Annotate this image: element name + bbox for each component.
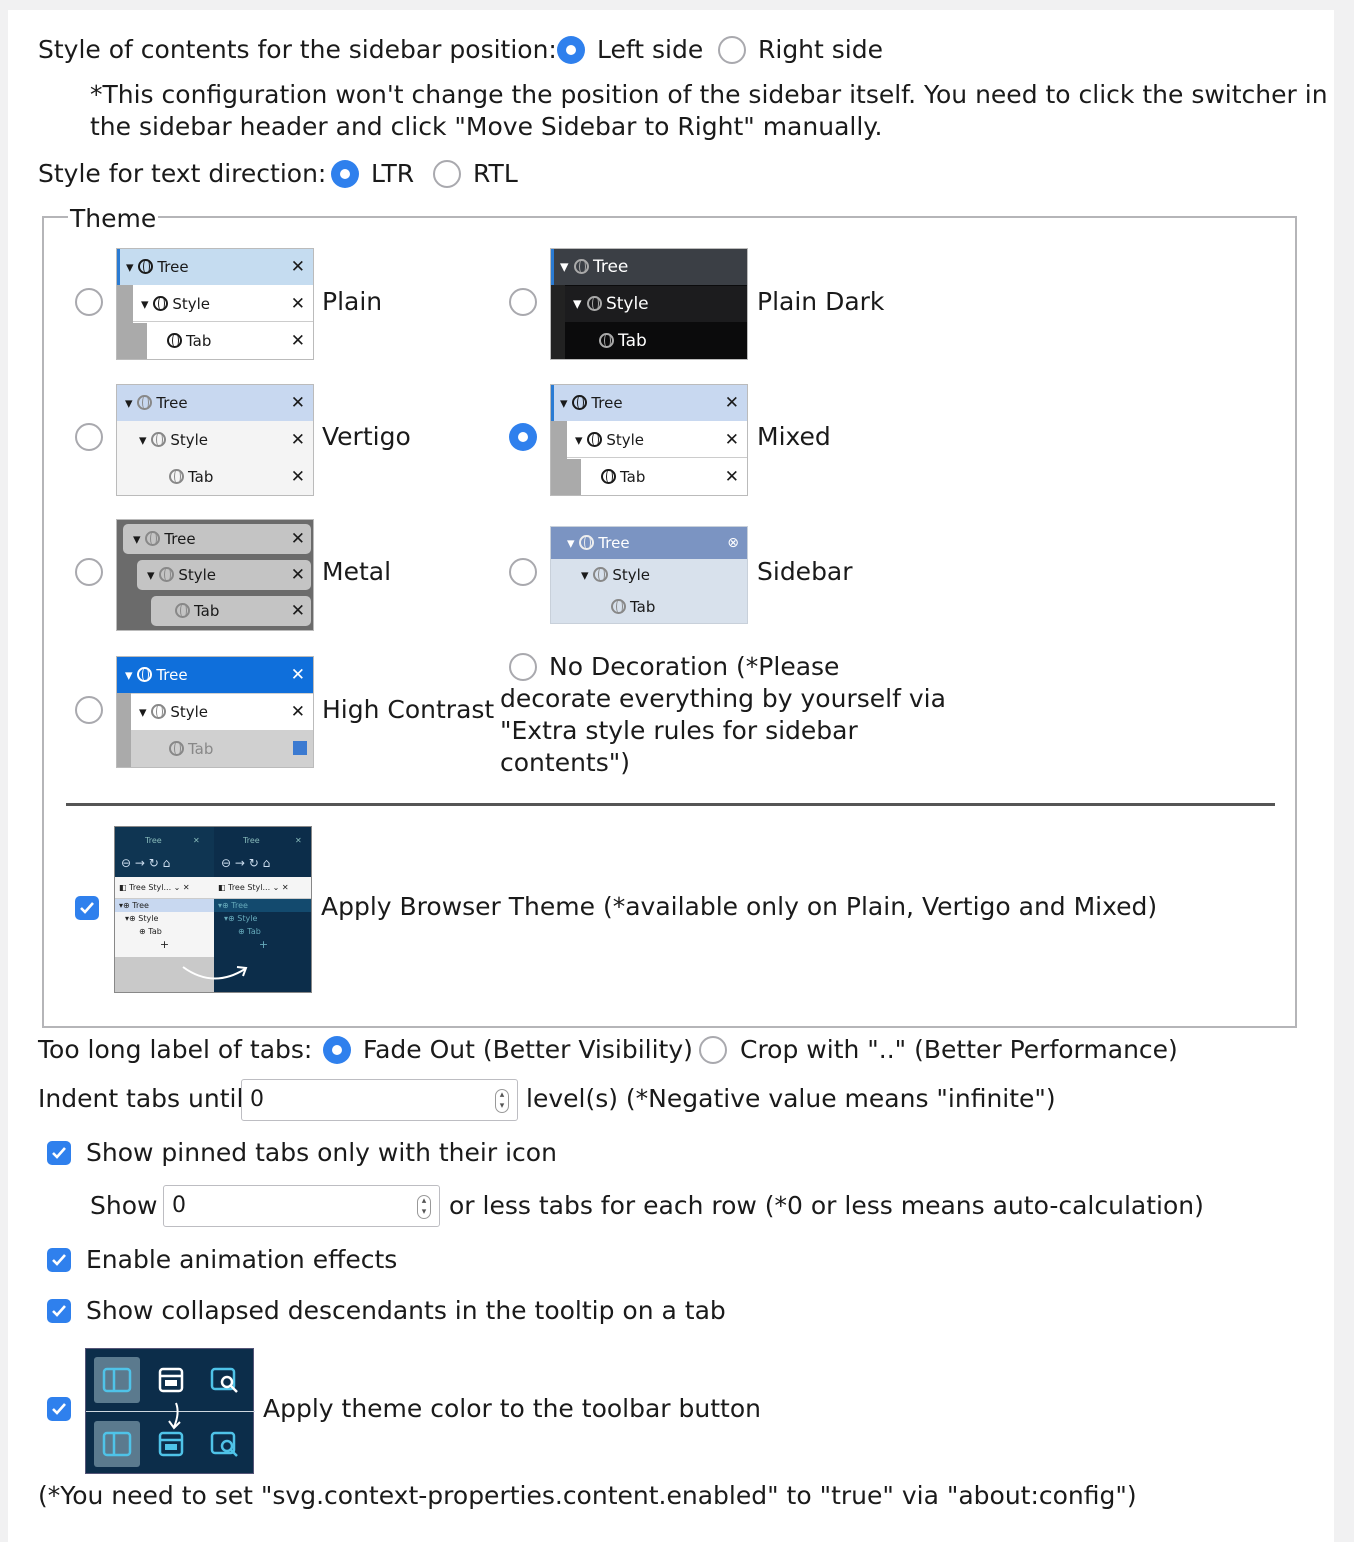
right-side-label: Right side [758, 35, 883, 64]
radio-theme-high-contrast[interactable] [75, 696, 103, 724]
theme-plain-dark-label: Plain Dark [757, 287, 885, 316]
pinned-tabs-per-row-value: 0 [172, 1193, 186, 1218]
fade-out-label: Fade Out (Better Visibility) [363, 1035, 693, 1064]
radio-crop[interactable] [699, 1036, 727, 1064]
no-decoration-label-4: contents") [500, 748, 630, 777]
radio-ltr[interactable] [331, 160, 359, 188]
sidebar-position-label: Style of contents for the sidebar positi… [38, 35, 557, 64]
browser-theme-preview: Tree ✕ Tree ✕ ⊖ → ↻ ⌂ ⊖ → ↻ ⌂ ◧ Tree Styl..… [114, 826, 312, 993]
theme-vertigo-preview: ▾ Tree ✕ ▾ Style ✕ Tab ✕ [116, 384, 314, 496]
theme-sidebar-label: Sidebar [757, 557, 853, 586]
theme-legend: Theme [68, 204, 159, 234]
no-decoration-label-1: No Decoration (*Please [549, 652, 840, 681]
indent-level-input[interactable]: 0 ▴ ▾ [241, 1079, 518, 1121]
theme-metal-preview: ▾ Tree ✕ ▾ Style ✕ Tab ✕ [116, 519, 314, 631]
sidebar-position-note-1: *This configuration won't change the pos… [90, 80, 1328, 109]
theme-metal-label: Metal [322, 557, 392, 586]
long-label-label: Too long label of tabs: [38, 1035, 313, 1064]
rtl-label: RTL [473, 159, 518, 188]
radio-theme-metal[interactable] [75, 558, 103, 586]
animation-checkbox[interactable] [47, 1248, 71, 1272]
theme-vertigo-label: Vertigo [322, 422, 411, 451]
tooltip-checkbox[interactable] [47, 1299, 71, 1323]
radio-theme-plain[interactable] [75, 288, 103, 316]
theme-divider [66, 803, 1275, 806]
indent-spinner-icon[interactable]: ▴ ▾ [495, 1089, 509, 1113]
footnote: (*You need to set "svg.context-propertie… [38, 1481, 1137, 1510]
animation-label: Enable animation effects [86, 1245, 398, 1274]
indent-level-value: 0 [250, 1087, 264, 1112]
theme-plain-dark-preview: ▾ Tree ▾ Style Tab [550, 248, 748, 360]
theme-plain-preview: ▾ Tree ✕ ▾ Style ✕ Tab ✕ [116, 248, 314, 360]
crop-label: Crop with ".." (Better Performance) [740, 1035, 1178, 1064]
theme-sidebar-preview: ▾ Tree ⊗ ▾ Style Tab [550, 526, 748, 624]
indent-note: level(s) (*Negative value means "infinit… [526, 1084, 1056, 1113]
radio-theme-plain-dark[interactable] [509, 288, 537, 316]
radio-theme-mixed[interactable] [509, 423, 537, 451]
apply-browser-theme-checkbox[interactable] [75, 896, 99, 920]
radio-right-side[interactable] [718, 36, 746, 64]
pinned-tabs-label: Show pinned tabs only with their icon [86, 1138, 557, 1167]
no-decoration-label-2: decorate everything by yourself via [500, 684, 946, 713]
no-decoration-label-3: "Extra style rules for sidebar [500, 716, 858, 745]
pinned-tabs-per-row-input[interactable]: 0 ▴ ▾ [163, 1185, 440, 1227]
theme-mixed-label: Mixed [757, 422, 831, 451]
radio-theme-no-decoration[interactable] [509, 653, 537, 681]
theme-high-contrast-label: High Contrast [322, 695, 495, 724]
toolbar-button-preview [85, 1348, 255, 1474]
pinned-spinner-icon[interactable]: ▴ ▾ [417, 1195, 431, 1219]
sidebar-position-note-2: the sidebar header and click "Move Sideb… [90, 112, 883, 141]
left-side-label: Left side [597, 35, 704, 64]
radio-rtl[interactable] [433, 160, 461, 188]
pinned-show-label: Show [90, 1191, 158, 1220]
tooltip-label: Show collapsed descendants in the toolti… [86, 1296, 726, 1325]
radio-fade-out[interactable] [323, 1036, 351, 1064]
radio-theme-sidebar[interactable] [509, 558, 537, 586]
apply-browser-theme-label: Apply Browser Theme (*available only on … [321, 892, 1158, 921]
indent-label: Indent tabs until [38, 1084, 244, 1113]
toolbar-theme-checkbox[interactable] [47, 1397, 71, 1421]
theme-high-contrast-preview: ▾ Tree ✕ ▾ Style ✕ Tab [116, 656, 314, 768]
toolbar-theme-label: Apply theme color to the toolbar button [263, 1394, 761, 1423]
radio-left-side[interactable] [557, 36, 585, 64]
pinned-row-note: or less tabs for each row (*0 or less me… [449, 1191, 1204, 1220]
theme-mixed-preview: ▾ Tree ✕ ▾ Style ✕ Tab ✕ [550, 384, 748, 496]
radio-theme-vertigo[interactable] [75, 423, 103, 451]
text-direction-label: Style for text direction: [38, 159, 327, 188]
pinned-tabs-checkbox[interactable] [47, 1141, 71, 1165]
ltr-label: LTR [371, 159, 415, 188]
theme-plain-label: Plain [322, 287, 383, 316]
